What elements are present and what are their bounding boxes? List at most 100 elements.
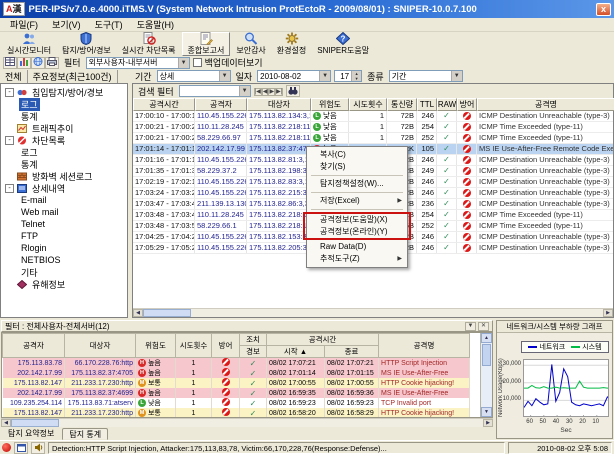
summary-row-4[interactable]: 109.235.254.114 175.113.83.71:atserv L 낮음 1…: [2, 398, 470, 408]
tree-item-상세내역[interactable]: - 상세내역: [1, 182, 127, 194]
view-tab-1[interactable]: 주요정보(최근100건): [28, 69, 118, 83]
summary-row-3[interactable]: 202.142.17.99 175.113.82.37:4699 H 높음 1 ✓ 08/…: [2, 388, 470, 398]
sniper-help-button[interactable]: ? SNIPER도움말: [312, 32, 374, 56]
nav-button-0[interactable]: |◀: [253, 88, 262, 96]
chevron-down-icon[interactable]: ▼: [177, 57, 189, 68]
col-attack-name[interactable]: 공격명: [378, 333, 470, 358]
tree-item-Web mail[interactable]: Web mail: [1, 206, 127, 218]
tree-item-Telnet[interactable]: Telnet: [1, 218, 127, 230]
summary-row-1[interactable]: 202.142.17.99 175.113.82.37:4705 H 높음 1 ✓ 08/…: [2, 368, 470, 378]
detail-tab-0[interactable]: 탐지 요약정보: [2, 428, 60, 440]
chart-view-button[interactable]: [17, 56, 31, 69]
tree-item-E-mail[interactable]: E-mail: [1, 194, 127, 206]
column-header-시도횟수[interactable]: 시도횟수: [349, 98, 387, 111]
scroll-left-icon[interactable]: ◀: [133, 309, 143, 317]
col-defense[interactable]: 방어: [211, 333, 240, 358]
period-combobox[interactable]: 상세 ▼: [156, 70, 231, 82]
sound-toggle-button[interactable]: [31, 441, 45, 454]
spinner-arrows-icon[interactable]: ▲ ▼: [351, 71, 362, 81]
tree-expander-icon[interactable]: -: [5, 135, 14, 145]
log-window-button[interactable]: [14, 441, 28, 454]
scroll-down-icon[interactable]: ▼: [481, 407, 492, 417]
date-combobox[interactable]: 2010-08-02 ▼: [257, 70, 332, 82]
chevron-down-icon[interactable]: ▼: [238, 86, 250, 96]
summary-row-2[interactable]: 175.113.82.147 211.233.17.230:http M 보통 1 ✓ 0…: [2, 378, 470, 388]
realtime-block-list-button[interactable]: 실시간 차단목록: [117, 32, 181, 56]
log-row-0[interactable]: 17:00:10 - 17:00:10 110.45.155.226 175.113…: [133, 111, 613, 122]
panel-close-icon[interactable]: ✕: [478, 321, 489, 331]
count-spinner[interactable]: 17 ▲ ▼: [334, 70, 363, 82]
menu-item-2[interactable]: 도구(T): [89, 17, 129, 32]
col-end[interactable]: 종료: [323, 345, 380, 358]
web-view-button[interactable]: [31, 56, 45, 69]
context-menu-item-3[interactable]: 탐지정책설정(W)...: [308, 178, 406, 190]
tree-item-통계[interactable]: 통계: [1, 158, 127, 170]
column-header-RAW[interactable]: RAW: [437, 98, 457, 111]
col-victim[interactable]: 대상자: [64, 333, 136, 358]
context-menu-item-7[interactable]: 공격정보(도움말)(X): [308, 214, 406, 226]
chevron-down-icon[interactable]: ▼: [319, 71, 331, 81]
col-attack-time[interactable]: 공격시간: [265, 333, 380, 346]
col-risk[interactable]: 위험도: [135, 333, 176, 358]
column-header-대상자[interactable]: 대상자: [247, 98, 311, 111]
menu-item-0[interactable]: 파일(F): [4, 17, 44, 32]
scrollbar-thumb[interactable]: [143, 309, 191, 317]
tree-item-기타[interactable]: 기타: [1, 266, 127, 278]
detail-tab-1[interactable]: 탐지 통계: [62, 428, 109, 440]
tree-expander-icon[interactable]: -: [5, 183, 14, 193]
log-row-2[interactable]: 17:00:21 - 17:00:21 58.229.66.97 175.113.8…: [133, 133, 613, 144]
context-menu-item-8[interactable]: 공격정보(온라인)(Y): [308, 226, 406, 238]
tree-item-침입탐지/방어/경보[interactable]: - 침입탐지/방어/경보: [1, 86, 127, 98]
backup-data-checkbox[interactable]: 백업데이터보기: [192, 56, 263, 69]
summary-row-5[interactable]: 175.113.82.147 211.233.17.230:http M 보통 1 ✓ 0…: [2, 408, 470, 417]
scrollbar-thumb[interactable]: [482, 344, 491, 366]
detect-defense-alert-button[interactable]: 탐지/방어/경보: [57, 32, 116, 56]
realtime-monitor-button[interactable]: 실시간모니터: [2, 32, 56, 56]
tree-item-차단목록[interactable]: - 차단목록: [1, 134, 127, 146]
view-tab-0[interactable]: 전체: [0, 69, 28, 83]
scroll-right-icon[interactable]: ▶: [603, 309, 613, 317]
tree-expander-icon[interactable]: -: [5, 87, 14, 97]
tree-item-FTP[interactable]: FTP: [1, 230, 127, 242]
summary-hscrollbar[interactable]: ◀ ▶: [1, 418, 493, 427]
summary-row-0[interactable]: 175.113.83.78 66.170.228.76:http H 높음 1 ✓ 08/…: [2, 357, 470, 368]
type-combobox[interactable]: 기간 ▼: [388, 70, 463, 82]
col-attempts[interactable]: 시도횟수: [175, 333, 212, 358]
scroll-up-icon[interactable]: ▲: [481, 333, 492, 343]
tree-item-로그[interactable]: 로그: [1, 97, 127, 111]
tree-item-트래픽추이[interactable]: 트래픽추이: [1, 122, 127, 134]
search-filter-combobox[interactable]: ▼: [178, 85, 251, 97]
column-header-공격시간[interactable]: 공격시간: [133, 98, 195, 111]
scroll-left-icon[interactable]: ◀: [1, 419, 11, 427]
column-header-통신량[interactable]: 통신량: [387, 98, 417, 111]
log-table-hscrollbar[interactable]: ◀ ▶: [133, 308, 613, 317]
context-menu-item-9[interactable]: Raw Data(D): [308, 241, 406, 253]
checkbox-box-icon[interactable]: [192, 58, 202, 67]
tree-item-Rlogin[interactable]: Rlogin: [1, 242, 127, 254]
menu-item-3[interactable]: 도움말(H): [131, 17, 180, 32]
column-header-공격명[interactable]: 공격명: [477, 98, 614, 111]
tree-item-유해정보[interactable]: 유해정보: [1, 278, 127, 290]
tree-item-통계[interactable]: 통계: [1, 110, 127, 122]
column-header-위험도[interactable]: 위험도: [311, 98, 349, 111]
chevron-down-icon[interactable]: ▼: [218, 71, 230, 81]
context-menu-item-1[interactable]: 찾기(S): [308, 161, 406, 173]
tree-item-방화벽 세션로그[interactable]: 방화벽 세션로그: [1, 170, 127, 182]
panel-collapse-icon[interactable]: ▼: [465, 321, 476, 331]
chevron-down-icon[interactable]: ▼: [450, 71, 462, 81]
report-button[interactable]: 종합보고서: [181, 32, 231, 56]
context-menu-item-10[interactable]: 추적도구(Z) ▶: [308, 253, 406, 265]
table-view-button[interactable]: [3, 56, 17, 69]
scrollbar-thumb[interactable]: [11, 419, 59, 427]
context-menu-item-5[interactable]: 저장(Excel) ▶: [308, 195, 406, 207]
settings-button[interactable]: 환경설정: [272, 32, 311, 56]
scroll-right-icon[interactable]: ▶: [483, 419, 493, 427]
column-header-방어[interactable]: 방어: [457, 98, 477, 111]
security-audit-button[interactable]: 보안감사: [231, 32, 270, 56]
log-row-1[interactable]: 17:00:21 - 17:00:21 110.11.28.245 175.113.…: [133, 122, 613, 133]
column-header-공격자[interactable]: 공격자: [195, 98, 247, 111]
nav-button-3[interactable]: ▶|: [275, 88, 284, 96]
filter-combobox[interactable]: 외부사용자-내부서버 ▼: [85, 56, 190, 69]
col-attacker[interactable]: 공격자: [2, 333, 65, 358]
col-alarm[interactable]: 경보: [239, 345, 267, 358]
